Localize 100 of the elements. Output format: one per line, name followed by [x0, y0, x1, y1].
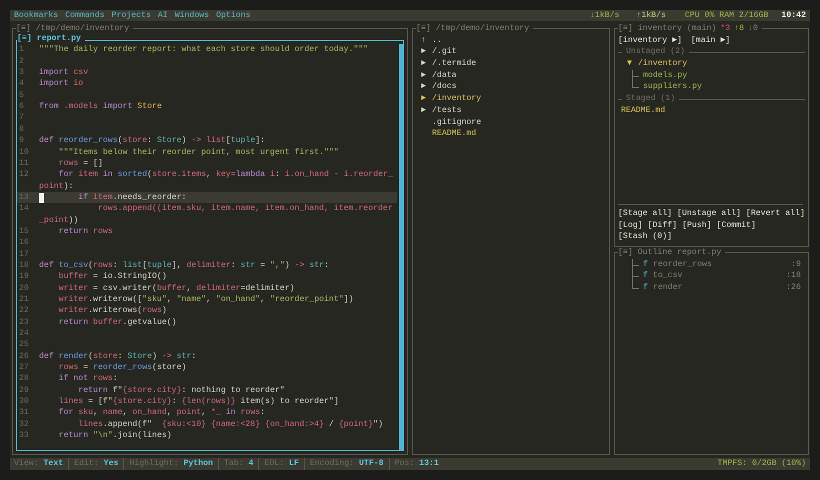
section-header: Unstaged (2): [626, 46, 685, 58]
panel-title: /tmp/demo/inventory: [36, 23, 134, 35]
status-value: 13:1: [419, 459, 439, 468]
status-value: LF: [289, 459, 299, 468]
code-line: buffer = io.StringIO(): [58, 271, 167, 283]
clock: 10:42: [781, 10, 806, 22]
code-line: rows = []: [58, 158, 103, 170]
line-number: 33: [18, 430, 30, 442]
expand-marker[interactable]: ►: [421, 93, 432, 105]
git-action-button[interactable]: [Log]: [618, 220, 643, 232]
git-file-entry[interactable]: suppliers.py: [643, 81, 702, 94]
panel-menu-button[interactable]: [≡]: [618, 247, 638, 259]
code-line: for sku, name, on_hand, point, *_ in rows:: [58, 407, 266, 419]
menu-item[interactable]: Bookmarks: [14, 10, 58, 22]
file-entry[interactable]: README.md: [432, 128, 476, 140]
line-reference: :18: [786, 270, 801, 282]
function-icon: f: [643, 282, 648, 294]
line-number: 9: [18, 135, 25, 146]
menu-item[interactable]: Windows: [174, 10, 210, 22]
line-number: 32: [18, 418, 30, 430]
code-line: rows = reorder_rows(store): [58, 362, 186, 374]
file-entry[interactable]: /docs: [432, 81, 457, 94]
code-line: _point)): [39, 214, 78, 226]
code-line: def to_csv(rows: list[tuple], delimiter: str = ",") -> str:: [39, 260, 330, 272]
menu-item[interactable]: Options: [216, 10, 250, 22]
code-line: def reorder_rows(store: Store) -> list[tuple]:: [39, 135, 266, 146]
line-number: 10: [18, 146, 30, 158]
code-line: writer.writerow(["sku", "name", "on_hand", "reorder_point"]): [58, 294, 354, 306]
line-number: 23: [18, 316, 30, 328]
git-file-entry[interactable]: /inventory: [638, 58, 688, 70]
panel-title: /tmp/demo/inventory: [436, 23, 534, 35]
git-action-button[interactable]: [Push]: [682, 220, 712, 232]
git-action-button[interactable]: [Revert all]: [746, 208, 805, 220]
outline-symbol[interactable]: reorder_rows: [652, 258, 792, 270]
menu-item[interactable]: Projects: [112, 10, 151, 22]
expand-marker[interactable]: ►: [421, 104, 432, 117]
status-value: Text: [44, 459, 64, 468]
code-line: return buffer.getvalue(): [58, 316, 177, 328]
outline-symbol[interactable]: render: [652, 282, 786, 294]
code-line: lines = [f"{store.city}: {len(rows)} item(s) to reorder"]: [58, 396, 339, 408]
git-file-entry[interactable]: README.md: [621, 104, 666, 117]
line-number: 18: [18, 260, 30, 272]
upload-rate: ↑1kB/s: [636, 10, 666, 22]
panel-menu-button[interactable]: [≡]: [17, 32, 37, 44]
line-number: 17: [18, 248, 30, 260]
git-file-entry[interactable]: models.py: [643, 70, 688, 82]
line-number: 22: [18, 305, 30, 317]
git-action-button[interactable]: [Unstage all]: [677, 208, 741, 220]
git-action-button[interactable]: [Commit]: [716, 220, 756, 232]
code-line: writer.writerows(rows): [58, 305, 167, 317]
outline-symbol[interactable]: to_csv: [652, 270, 786, 282]
panel-menu-button[interactable]: [≡]: [618, 23, 638, 35]
code-line: import csv: [39, 67, 88, 78]
panel-title: inventory (main): [638, 23, 720, 35]
file-entry[interactable]: /.termide: [432, 58, 476, 70]
git-action-button[interactable]: [Stash (0)]: [618, 231, 672, 243]
git-action-button[interactable]: [Stage all]: [618, 208, 672, 220]
line-number: 14: [18, 203, 30, 215]
branch-button[interactable]: [inventory ►]: [618, 34, 682, 46]
status-value: Python: [183, 459, 213, 468]
branch-button[interactable]: [main ►]: [690, 34, 730, 46]
panel-title: Outline report.py: [638, 247, 726, 259]
file-entry[interactable]: /inventory: [432, 93, 482, 105]
line-number: 1: [18, 44, 25, 56]
expand-marker[interactable]: ►: [421, 81, 432, 94]
file-entry[interactable]: /tests: [432, 104, 462, 117]
scrollbar[interactable]: [399, 44, 403, 450]
expand-marker[interactable]: ►: [421, 58, 432, 70]
menu-item[interactable]: Commands: [65, 10, 105, 22]
file-entry[interactable]: /.git: [432, 46, 457, 58]
line-number: 8: [18, 124, 25, 136]
code-line: for item in sorted(store.items, key=lambda i: i.on_hand - i.reorder_: [58, 169, 393, 181]
line-number: 24: [18, 328, 30, 340]
line-reference: :26: [786, 282, 801, 294]
line-number: 29: [18, 384, 30, 396]
collapse-arrow-icon[interactable]: ▼: [627, 58, 638, 70]
line-number: 16: [18, 237, 30, 249]
line-number: 7: [18, 112, 25, 124]
line-number: 30: [18, 396, 30, 408]
code-line: return f"{store.city}: nothing to reorder": [77, 384, 285, 396]
git-action-button[interactable]: [Diff]: [648, 220, 678, 232]
expand-marker[interactable]: ►: [421, 46, 432, 58]
section-header: Staged (1): [626, 93, 676, 105]
menu-item[interactable]: AI: [158, 10, 168, 22]
code-line: if item.needs_reorder:: [39, 192, 186, 204]
line-number: 28: [18, 373, 30, 385]
file-entry[interactable]: ..: [432, 34, 442, 46]
expand-marker[interactable]: ↑: [421, 34, 432, 46]
file-entry[interactable]: .gitignore: [432, 116, 482, 128]
line-number: 2: [18, 56, 25, 68]
code-line: writer = csv.writer(buffer, delimiter=delimiter): [58, 282, 295, 294]
file-entry[interactable]: /data: [432, 70, 457, 82]
code-line: rows.append((item.sku, item.name, item.on_hand, item.reorder: [96, 203, 393, 215]
status-value: 4: [248, 459, 254, 468]
function-icon: f: [643, 258, 648, 270]
code-line: def render(store: Store) -> str:: [39, 350, 196, 362]
code-line: return "\n".join(lines): [58, 430, 172, 442]
panel-menu-button[interactable]: [≡]: [416, 23, 436, 35]
line-number: 11: [18, 158, 30, 170]
expand-marker[interactable]: ►: [421, 70, 432, 82]
